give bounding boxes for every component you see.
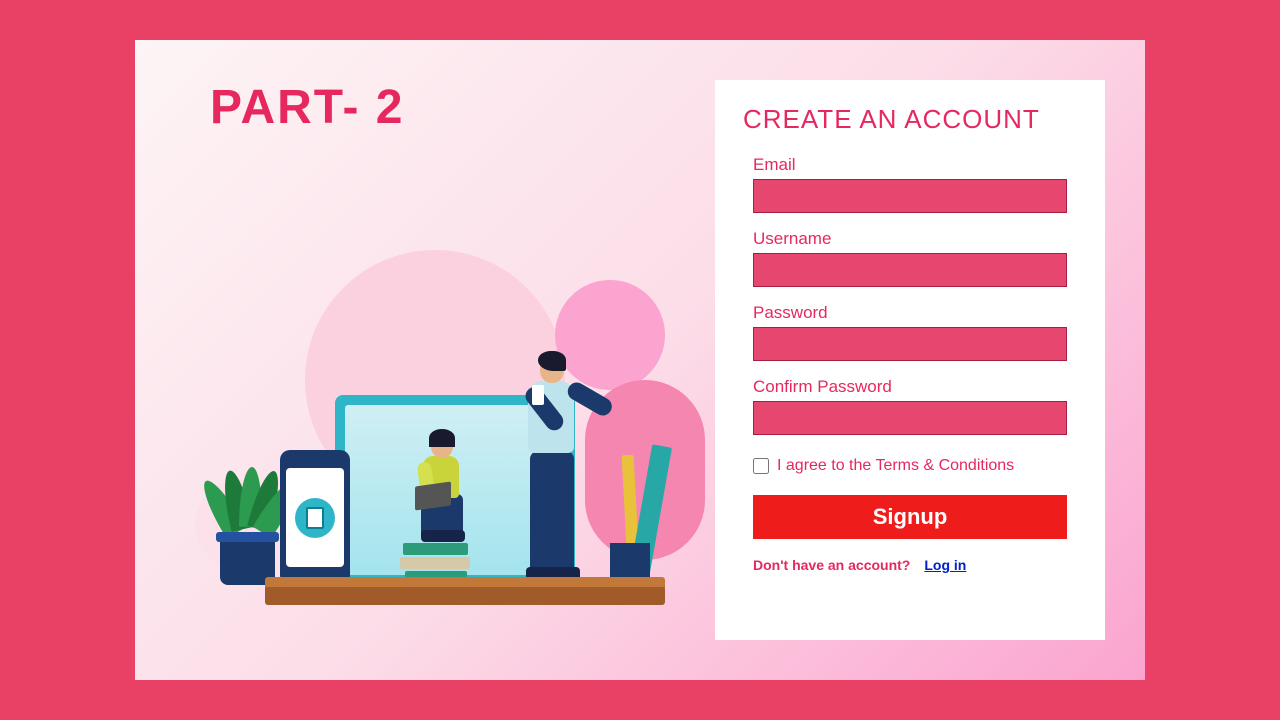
password-field[interactable] — [753, 327, 1067, 361]
login-link[interactable]: Log in — [924, 557, 966, 573]
confirm-password-label: Confirm Password — [753, 377, 1067, 397]
signup-button[interactable]: Signup — [753, 495, 1067, 539]
part-title: PART- 2 — [210, 80, 695, 135]
desk-icon — [265, 585, 665, 605]
person-sitting-icon — [407, 432, 477, 547]
phone-icon — [280, 450, 350, 585]
terms-label: I agree to the Terms & Conditions — [777, 457, 1014, 475]
username-field[interactable] — [753, 253, 1067, 287]
hero-illustration — [175, 240, 695, 640]
confirm-password-field[interactable] — [753, 401, 1067, 435]
hero-panel: PART- 2 — [135, 40, 715, 680]
footer-text: Don't have an account? — [753, 557, 910, 573]
person-standing-icon — [510, 355, 600, 585]
password-label: Password — [753, 303, 1067, 323]
email-field[interactable] — [753, 179, 1067, 213]
signup-form: CREATE AN ACCOUNT Email Username Passwor… — [715, 80, 1105, 640]
signup-card: PART- 2 — [135, 40, 1145, 680]
email-label: Email — [753, 155, 1067, 175]
username-label: Username — [753, 229, 1067, 249]
form-title: CREATE AN ACCOUNT — [743, 104, 1077, 135]
terms-checkbox[interactable] — [753, 458, 769, 474]
